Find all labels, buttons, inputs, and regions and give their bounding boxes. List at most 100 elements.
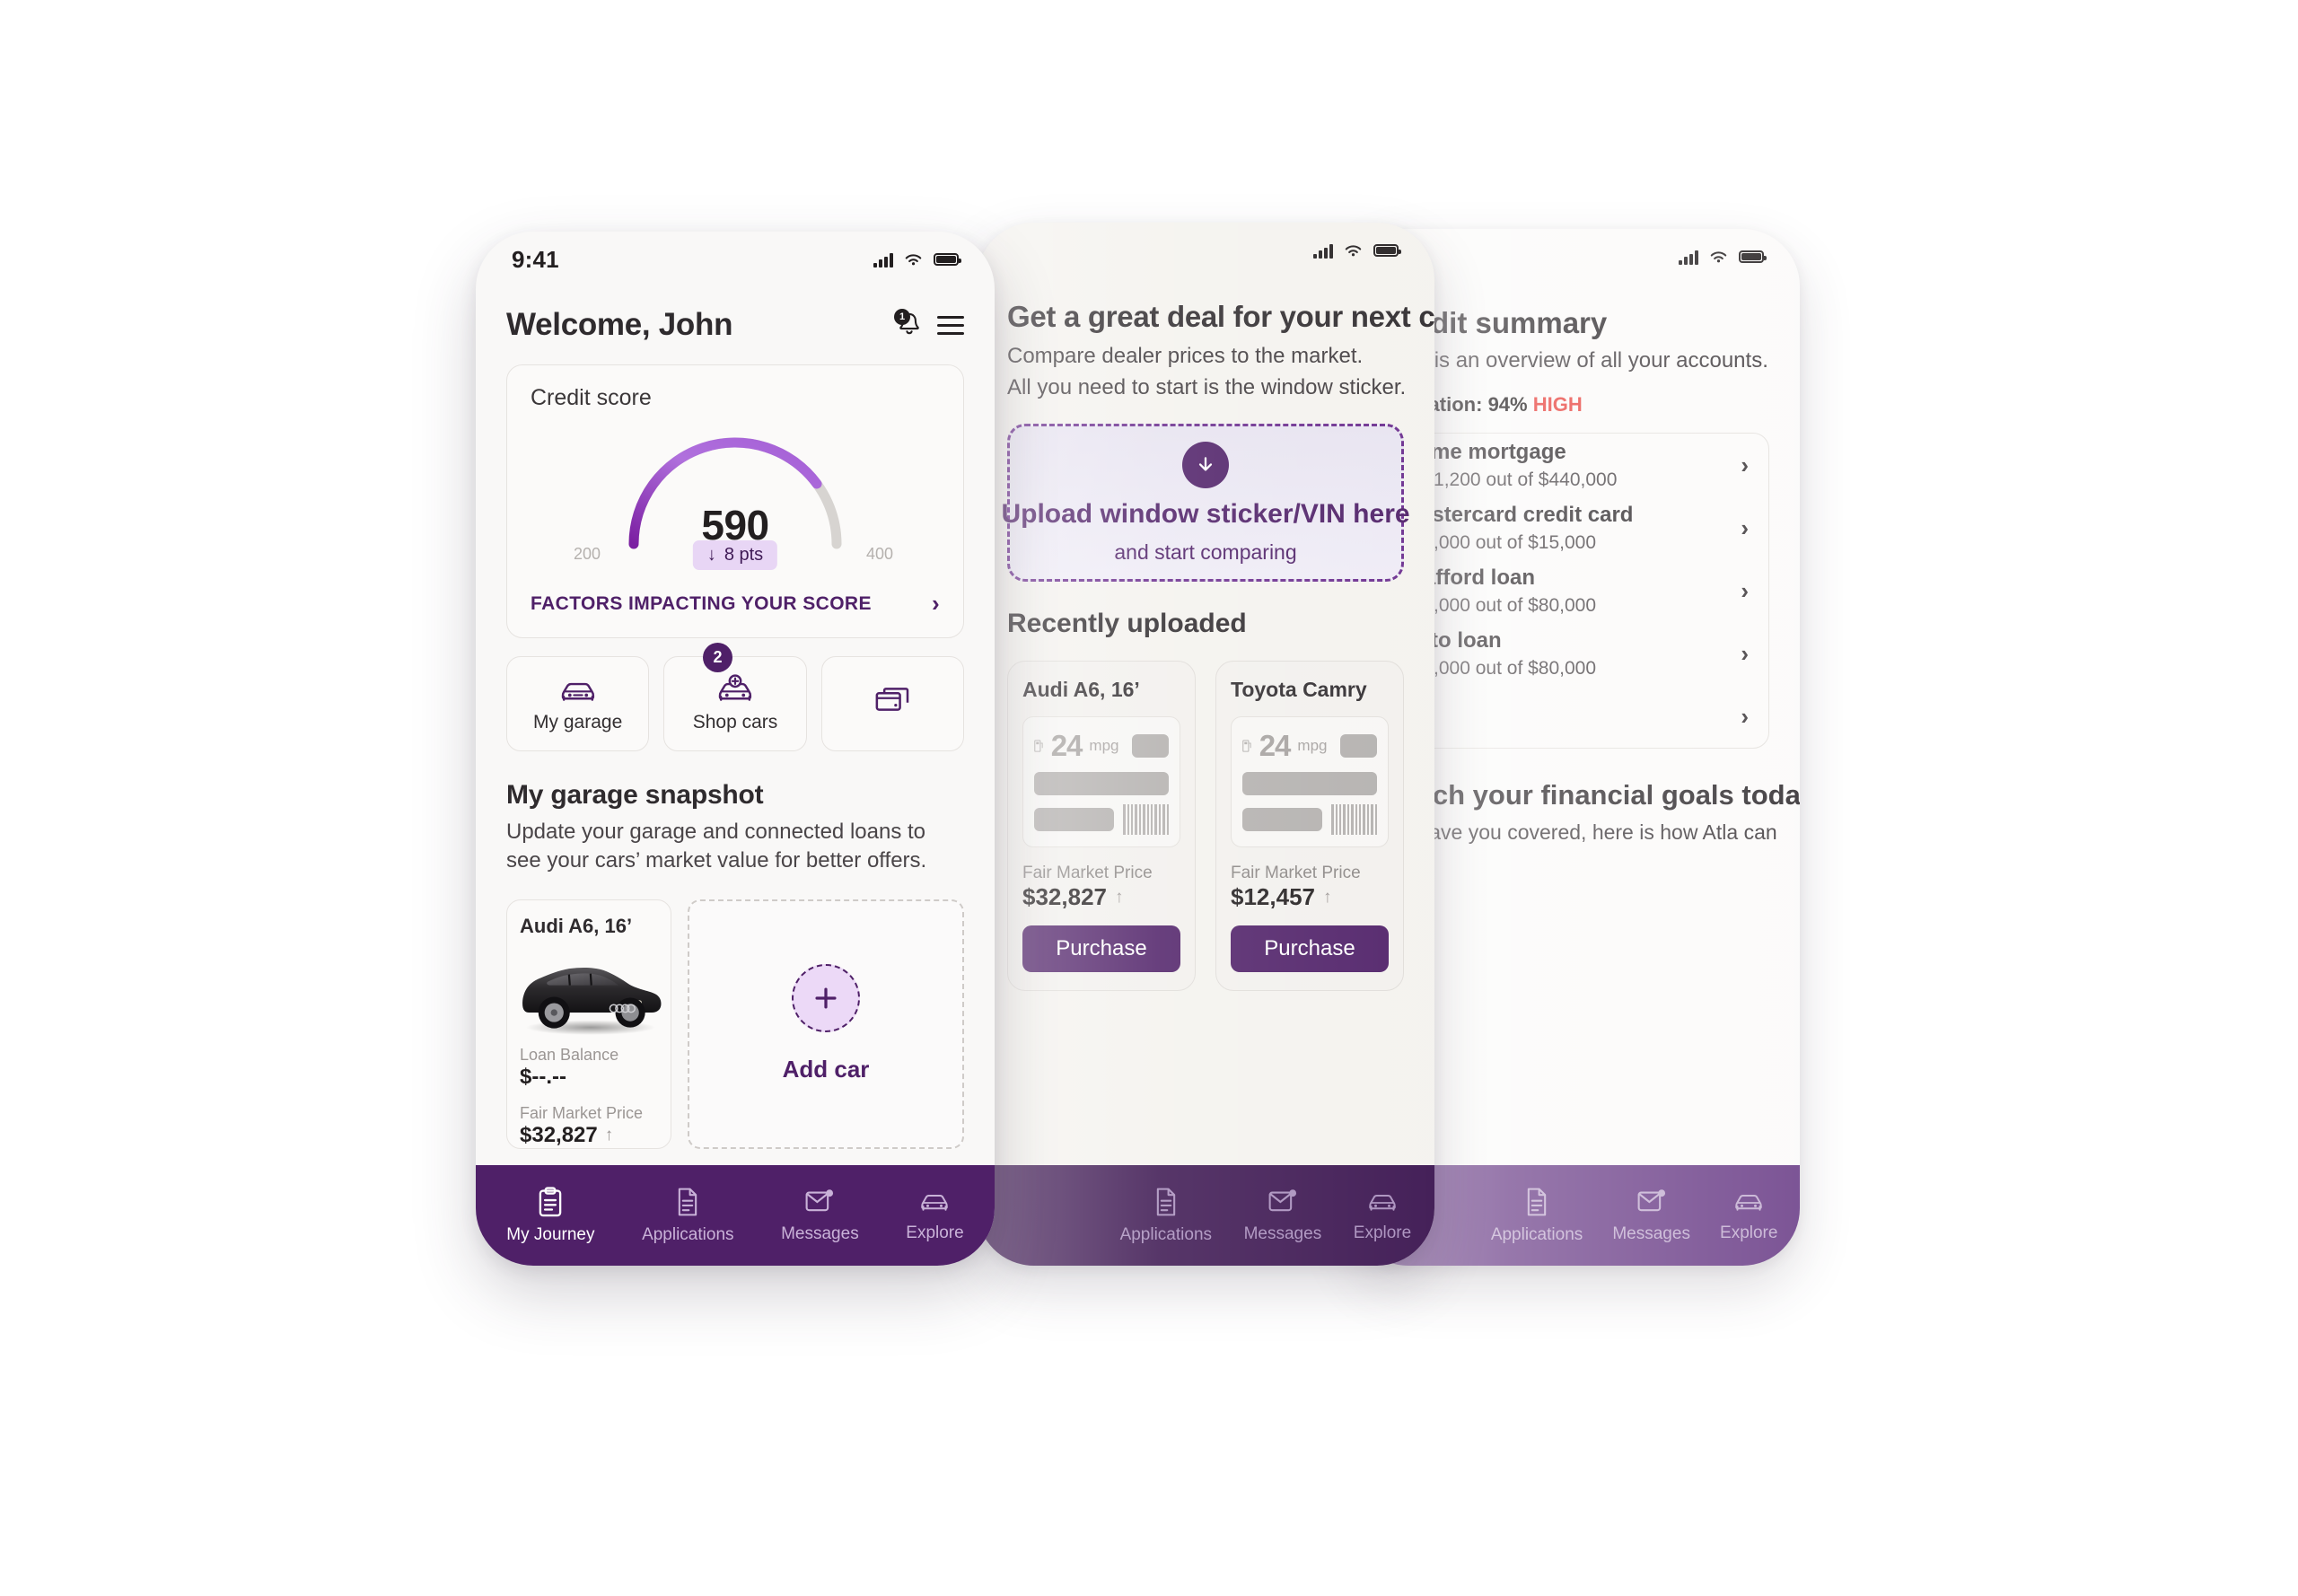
- purchase-button[interactable]: Purchase: [1231, 925, 1389, 973]
- add-car-label: Add car: [782, 1056, 870, 1083]
- nav-label: Applications: [642, 1224, 734, 1244]
- status-bar: 9:41: [476, 232, 995, 287]
- chevron-right-icon: ›: [1741, 576, 1749, 604]
- nav-item-my-journey[interactable]: My Journey: [506, 1186, 595, 1245]
- sticker-card[interactable]: Audi A6, 16’ 24 mpg Fair Market Price $3…: [1007, 661, 1196, 992]
- car-plus-icon: [718, 674, 752, 701]
- nav-item-messages[interactable]: Messages: [781, 1188, 859, 1244]
- mpg-row: 24 mpg: [1034, 729, 1169, 763]
- quick-action-my-garage[interactable]: My garage: [506, 656, 650, 751]
- nav-item-applications[interactable]: Applications: [1120, 1187, 1212, 1245]
- header-actions: 1: [894, 309, 964, 339]
- wifi-icon: [905, 253, 922, 265]
- chevron-right-icon: ›: [1741, 702, 1749, 730]
- account-row[interactable]: Stafford loan $40,000 out of $80,000 ›: [1382, 559, 1768, 622]
- sticker-card[interactable]: Toyota Camry 24 mpg Fair Market Price $1…: [1215, 661, 1404, 992]
- page-title: Welcome, John: [506, 307, 733, 342]
- nav-item-explore[interactable]: Explore: [1354, 1188, 1411, 1243]
- signal-bars-icon: [1679, 250, 1698, 265]
- placeholder-bar: [1339, 734, 1377, 759]
- hamburger-menu-icon[interactable]: [937, 315, 964, 335]
- goals-subtitle: We have you covered, here is how Atla ca…: [1381, 820, 1777, 844]
- factors-impacting-score-link[interactable]: FACTORS IMPACTING YOUR SCORE ›: [531, 572, 940, 637]
- barcode-icon: [1123, 804, 1169, 836]
- loan-balance-label: Loan Balance: [520, 1045, 619, 1064]
- mail-icon: [1268, 1188, 1296, 1211]
- signal-bars-icon: [873, 252, 893, 267]
- status-bar: [977, 223, 1434, 278]
- status-icons: [873, 252, 961, 267]
- account-row[interactable]: ›: [1382, 685, 1768, 748]
- car-icon: [921, 1194, 949, 1211]
- page-subtitle-line1: Compare dealer prices to the market.: [1007, 344, 1364, 368]
- nav-item-explore[interactable]: Explore: [1720, 1188, 1777, 1243]
- phone-window-sticker: Get a great deal for your next car Compa…: [977, 223, 1434, 1266]
- fair-market-value: $32,827 ↑: [1022, 883, 1180, 911]
- arrow-down-icon: ↓: [706, 545, 716, 565]
- car-photo: [514, 945, 663, 1039]
- credit-score-card: Credit score 590 200 400 ↓ 8 pts FACTORS…: [506, 364, 964, 638]
- page-title: Get a great deal for your next car: [1007, 300, 1434, 333]
- placeholder-bar: [1242, 808, 1323, 832]
- account-row[interactable]: Mastercard credit card $14,000 out of $1…: [1382, 496, 1768, 559]
- factors-label: FACTORS IMPACTING YOUR SCORE: [531, 592, 872, 614]
- price-text: $32,827: [1022, 883, 1107, 911]
- mpg-unit: mpg: [1089, 737, 1119, 755]
- car-card[interactable]: Audi A6, 16’ Loan Balance $--.-- Fair Ma…: [506, 899, 671, 1149]
- nav-label: Messages: [1612, 1223, 1690, 1243]
- price-text: $32,827: [520, 1122, 598, 1147]
- garage-snapshot-title: My garage snapshot: [506, 780, 764, 810]
- nav-label: Applications: [1119, 1224, 1213, 1244]
- car-name: Toyota Camry: [1231, 678, 1367, 702]
- gauge-min-label: 200: [574, 545, 601, 563]
- nav-label: Messages: [1243, 1223, 1322, 1243]
- placeholder-bar: [1034, 772, 1169, 796]
- nav-item-applications[interactable]: Applications: [1491, 1187, 1583, 1245]
- nav-item-applications[interactable]: Applications: [642, 1187, 734, 1245]
- nav-label: My Journey: [506, 1224, 595, 1244]
- quick-actions-row: My garage 2 Shop cars: [506, 643, 964, 751]
- status-time: 9:41: [512, 245, 559, 273]
- screenshot-stage: Credit summary Here is an overview of al…: [0, 0, 2298, 1596]
- mpg-unit: mpg: [1297, 737, 1328, 755]
- status-icons: [1313, 243, 1401, 259]
- fuel-pump-icon: [1242, 740, 1251, 752]
- fair-market-label: Fair Market Price: [1231, 864, 1361, 883]
- utilization-value: 94%: [1487, 393, 1528, 416]
- nav-item-messages[interactable]: Messages: [1612, 1188, 1690, 1244]
- document-icon: [679, 1188, 697, 1215]
- dropzone-title: Upload window sticker/VIN here: [1001, 498, 1410, 529]
- nav-item-explore[interactable]: Explore: [906, 1188, 964, 1243]
- quick-action-cards[interactable]: [820, 656, 964, 751]
- car-icon: [1735, 1194, 1762, 1211]
- accounts-card: Home mortgage $361,200 out of $440,000 ›…: [1381, 433, 1769, 749]
- phone1-screen: 9:41 Welcome, John 1 Credit score 590 20…: [476, 232, 995, 1266]
- quick-action-label: My garage: [533, 712, 623, 732]
- car-name: Audi A6, 16’: [520, 914, 633, 937]
- document-icon: [1156, 1188, 1175, 1215]
- wifi-icon: [1345, 244, 1362, 256]
- status-icons: [1679, 250, 1767, 265]
- account-row[interactable]: Home mortgage $361,200 out of $440,000 ›: [1382, 434, 1768, 496]
- mail-icon: [805, 1188, 834, 1211]
- nav-item-messages[interactable]: Messages: [1243, 1188, 1322, 1244]
- account-row[interactable]: Auto loan $40,000 out of $80,000 ›: [1382, 622, 1768, 685]
- sticker-cards: Audi A6, 16’ 24 mpg Fair Market Price $3…: [1007, 661, 1404, 992]
- credit-cards-icon: [875, 688, 909, 711]
- credit-score-label: Credit score: [531, 385, 652, 410]
- fair-market-label: Fair Market Price: [520, 1103, 644, 1122]
- quick-action-shop-cars[interactable]: 2 Shop cars: [663, 643, 807, 751]
- placeholder-bar: [1131, 734, 1169, 759]
- phone2-content: Get a great deal for your next car Compa…: [977, 278, 1434, 1266]
- mpg-row: 24 mpg: [1242, 729, 1377, 763]
- car-icon: [1369, 1194, 1396, 1211]
- window-sticker-preview: 24 mpg: [1231, 716, 1389, 848]
- credit-score-gauge: 590 200 400 ↓ 8 pts: [531, 415, 940, 572]
- notifications-button[interactable]: 1: [894, 309, 923, 339]
- purchase-button[interactable]: Purchase: [1022, 925, 1180, 973]
- phone1-content: Welcome, John 1 Credit score 590 200 400…: [476, 287, 995, 1266]
- add-car-card[interactable]: Add car: [688, 899, 964, 1149]
- quick-action-label: Shop cars: [692, 712, 778, 732]
- utilization-row: Utilization: 94% HIGH: [1381, 393, 1769, 417]
- upload-dropzone[interactable]: Upload window sticker/VIN here and start…: [1001, 424, 1410, 583]
